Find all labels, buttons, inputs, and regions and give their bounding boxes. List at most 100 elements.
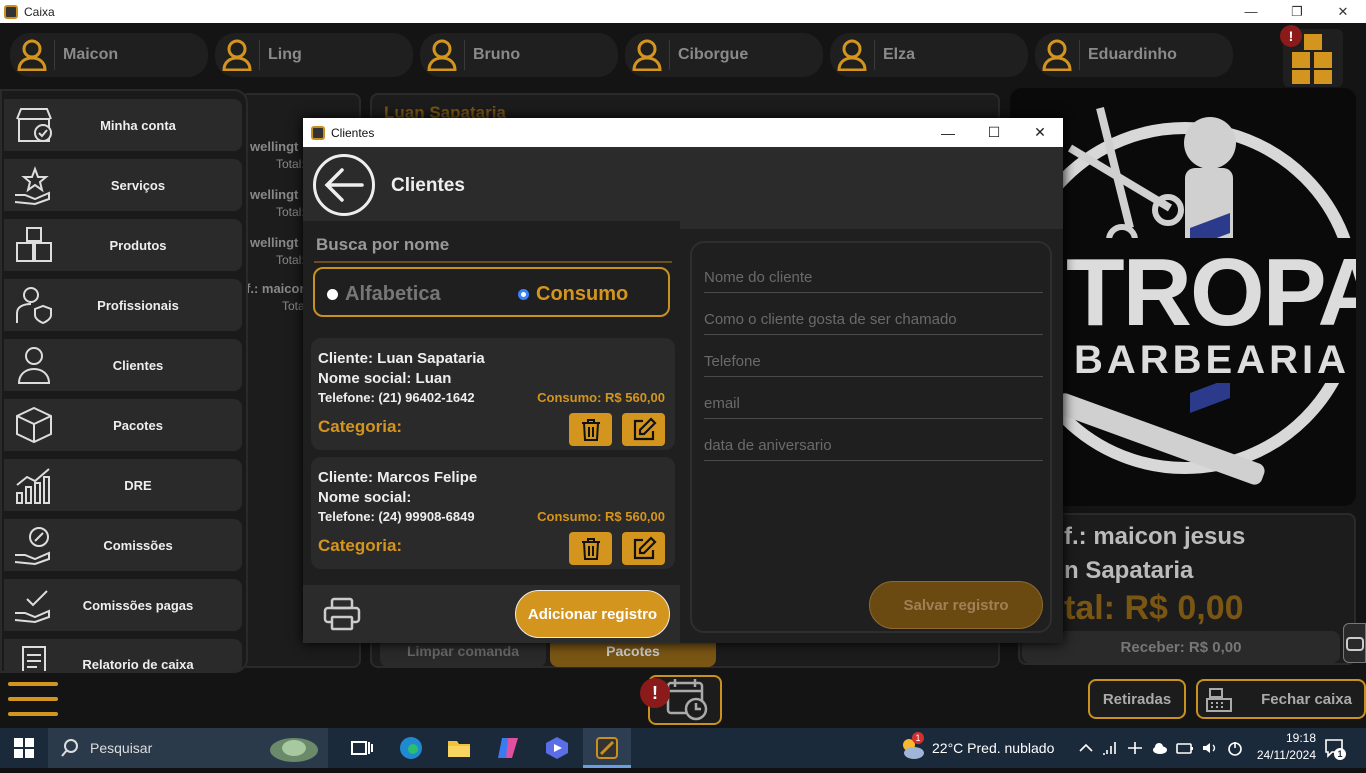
client-form: Nome do cliente Como o cliente gosta de …: [690, 241, 1052, 633]
windows-start-button[interactable]: [14, 738, 34, 758]
dialog-header: Clientes: [303, 147, 1063, 221]
professional-name: Ling: [268, 46, 302, 63]
report-icon: [4, 639, 64, 671]
taskbar-search[interactable]: Pesquisar: [48, 728, 328, 768]
sidebar-item-clientes[interactable]: Clientes: [4, 339, 242, 391]
sidebar-item-produtos[interactable]: Produtos: [4, 219, 242, 271]
cloud-icon[interactable]: [1151, 740, 1169, 756]
delete-client-button[interactable]: [569, 413, 612, 446]
sidebar-item-servicos[interactable]: Serviços: [4, 159, 242, 211]
professional-tab[interactable]: Eduardinho: [1035, 33, 1233, 77]
comanda-item-total: Total:: [276, 157, 305, 171]
vpn-icon[interactable]: [1126, 740, 1144, 756]
client-phone-field[interactable]: Telefone: [704, 345, 1043, 377]
chevron-up-icon[interactable]: [1078, 740, 1094, 756]
side-panel-toggle[interactable]: [1343, 623, 1366, 663]
printer-icon: [323, 597, 361, 631]
file-explorer-icon[interactable]: [447, 736, 471, 760]
task-view-icon[interactable]: [350, 736, 374, 760]
professional-name: Maicon: [63, 46, 119, 63]
dialog-maximize-button[interactable]: ☐: [971, 118, 1017, 147]
back-button[interactable]: [313, 154, 375, 216]
clientes-dialog: Clientes — ☐ ✕ Clientes Busca por nome A…: [303, 118, 1063, 643]
sidebar-item-comissoes[interactable]: Comissões: [4, 519, 242, 571]
notification-count: 1: [1334, 748, 1346, 760]
radio-checked-icon: [518, 289, 529, 300]
client-social-name: Nome social:: [318, 489, 412, 506]
search-input[interactable]: Busca por nome: [314, 233, 672, 263]
user-icon: [420, 33, 464, 77]
clock[interactable]: 19:18 24/11/2024: [1246, 730, 1316, 764]
client-phone: Telefone: (24) 99908-6849: [318, 509, 475, 524]
window-title: Caixa: [24, 4, 55, 19]
comanda-item-name: wellingt: [250, 187, 299, 202]
withdrawals-button[interactable]: Retiradas: [1088, 679, 1186, 719]
copilot-icon[interactable]: [496, 736, 520, 760]
sidebar-item-profissionais[interactable]: Profissionais: [4, 279, 242, 331]
professional-name: Elza: [883, 46, 916, 63]
edit-client-button[interactable]: [622, 413, 665, 446]
network-icon[interactable]: [1101, 740, 1119, 756]
professional-tab[interactable]: Bruno: [420, 33, 618, 77]
speaker-icon[interactable]: [1201, 740, 1219, 756]
clipchamp-icon[interactable]: [545, 736, 569, 760]
save-record-button[interactable]: Salvar registro: [869, 581, 1043, 629]
summary-professional: f.: maicon jesus: [1064, 523, 1246, 550]
edit-client-button[interactable]: [622, 532, 665, 565]
close-register-button[interactable]: Fechar caixa: [1196, 679, 1366, 719]
hand-check-icon: [4, 585, 64, 625]
sort-alfabetica-radio[interactable]: Alfabetica: [327, 283, 441, 306]
power-icon[interactable]: [1226, 740, 1244, 756]
dialog-minimize-button[interactable]: —: [925, 118, 971, 147]
professional-tab[interactable]: Ling: [215, 33, 413, 77]
professional-tab[interactable]: Ciborgue: [625, 33, 823, 77]
dialog-titlebar: Clientes — ☐ ✕: [303, 118, 1063, 147]
boxes-icon: [4, 225, 64, 265]
trash-icon: [581, 537, 600, 560]
client-nickname-field[interactable]: Como o cliente gosta de ser chamado: [704, 303, 1043, 335]
notification-center[interactable]: 1: [1324, 738, 1346, 760]
comanda-item-name: wellingt: [250, 139, 299, 154]
delete-client-button[interactable]: [569, 532, 612, 565]
sidebar-item-label: Pacotes: [113, 417, 163, 433]
close-button[interactable]: ✕: [1320, 0, 1366, 23]
hamburger-menu-button[interactable]: [8, 678, 58, 720]
user-icon: [4, 345, 64, 385]
windows-logo-icon: [14, 738, 34, 758]
caixa-app-taskbar-button[interactable]: [583, 728, 631, 768]
weather-icon[interactable]: 1: [898, 732, 926, 762]
sort-consumo-radio[interactable]: Consumo: [518, 283, 628, 306]
minimize-button[interactable]: —: [1228, 0, 1274, 23]
add-record-button[interactable]: Adicionar registro: [515, 590, 670, 638]
menu-icon: [8, 682, 58, 716]
taskbar-search-placeholder: Pesquisar: [90, 740, 153, 756]
sort-options: Alfabetica Consumo: [313, 267, 670, 317]
battery-icon[interactable]: [1176, 740, 1194, 756]
comanda-item-total: Tota: [282, 299, 305, 313]
client-category: Categoria:: [318, 417, 403, 436]
client-email-field[interactable]: email: [704, 387, 1043, 419]
comanda-item-name: wellingt: [250, 235, 299, 250]
summary-client: n Sapataria: [1064, 557, 1194, 584]
dialog-heading: Clientes: [391, 175, 465, 196]
sidebar-item-pacotes[interactable]: Pacotes: [4, 399, 242, 451]
professional-tab[interactable]: Maicon: [10, 33, 208, 77]
client-category: Categoria:: [318, 536, 403, 555]
sidebar-item-relatorio-caixa[interactable]: Relatorio de caixa: [4, 639, 242, 671]
sidebar-item-minha-conta[interactable]: Minha conta: [4, 99, 242, 151]
sort-option-label: Consumo: [536, 283, 629, 305]
dialog-close-button[interactable]: ✕: [1017, 118, 1063, 147]
sidebar-item-comissoes-pagas[interactable]: Comissões pagas: [4, 579, 242, 631]
restore-button[interactable]: ❐: [1274, 0, 1320, 23]
list-actions-bar: Adicionar registro: [303, 585, 680, 643]
print-button[interactable]: [323, 597, 361, 631]
comanda-item-total: Total:: [276, 253, 305, 267]
client-birthday-field[interactable]: data de aniversario: [704, 429, 1043, 461]
succulent-icon: [270, 738, 318, 762]
client-name-field[interactable]: Nome do cliente: [704, 261, 1043, 293]
professional-tab[interactable]: Elza: [830, 33, 1028, 77]
sidebar-item-dre[interactable]: DRE: [4, 459, 242, 511]
edge-browser-icon[interactable]: [399, 736, 423, 760]
client-phone: Telefone: (21) 96402-1642: [318, 390, 475, 405]
package-icon: [4, 405, 64, 445]
